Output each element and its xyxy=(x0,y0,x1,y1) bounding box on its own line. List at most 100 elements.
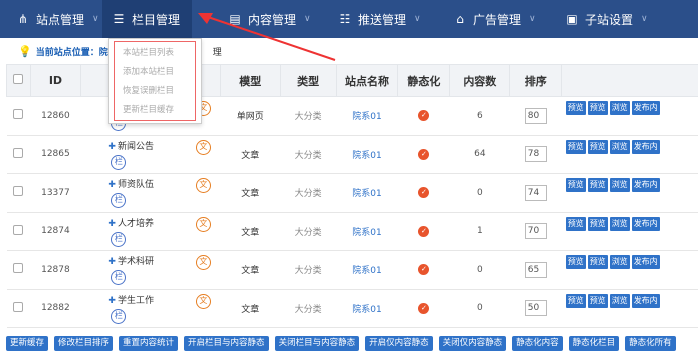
row-action-button[interactable]: 浏览 xyxy=(609,139,630,154)
row-action-button[interactable]: 预览 xyxy=(587,139,608,154)
row-action-button[interactable]: 发布内 xyxy=(631,178,660,192)
row-checkbox[interactable] xyxy=(13,224,24,235)
bottom-button[interactable]: 静态化栏目 xyxy=(568,336,620,351)
row-site[interactable]: 院系01 xyxy=(336,289,398,328)
bottom-button[interactable]: 静态化内容 xyxy=(512,336,563,351)
bottom-button[interactable]: 开启栏目与内容静态 xyxy=(184,336,269,351)
bottom-button[interactable]: 重置内容统计 xyxy=(119,336,179,351)
header-type: 类型 xyxy=(279,64,337,97)
row-select[interactable] xyxy=(6,96,31,136)
row-action-button[interactable]: 预览 xyxy=(587,293,608,308)
row-checkbox[interactable] xyxy=(13,186,24,197)
row-select[interactable] xyxy=(6,212,31,251)
row-action-button[interactable]: 预览 xyxy=(587,178,608,192)
edit-content-icon[interactable]: 文 xyxy=(195,216,211,232)
menu-item-category-list[interactable]: 本站栏目列表 xyxy=(115,44,195,63)
view-category-icon[interactable]: 栏 xyxy=(111,193,127,209)
expand-icon[interactable]: ✚ xyxy=(108,257,116,267)
nav-item-4[interactable]: ⌂ 广告管理 ∨ xyxy=(453,0,535,38)
select-all-header[interactable] xyxy=(6,64,31,97)
nav-item-3[interactable]: ☷ 推送管理 ∨ xyxy=(338,0,421,38)
row-name[interactable]: 人才培养 xyxy=(118,216,190,229)
row-action-button[interactable]: 浏览 xyxy=(609,178,630,192)
bottom-button[interactable]: 开启仅内容静态 xyxy=(365,336,433,351)
row-action-button[interactable]: 浏览 xyxy=(609,101,630,115)
order-input[interactable] xyxy=(524,146,547,163)
select-all-checkbox[interactable] xyxy=(13,74,24,84)
row-action-button[interactable]: 浏览 xyxy=(609,216,630,231)
row-order-cell xyxy=(509,135,562,174)
order-input[interactable] xyxy=(524,261,547,278)
row-action-button[interactable]: 预览 xyxy=(565,139,586,154)
category-dropdown-menu: 本站栏目列表 添加本站栏目 恢复误删栏目 更新栏目缓存 xyxy=(108,38,202,124)
row-action-button[interactable]: 预览 xyxy=(587,216,608,231)
view-category-icon[interactable]: 栏 xyxy=(111,270,127,286)
row-action-button[interactable]: 预览 xyxy=(565,255,586,269)
nav-item-0[interactable]: ⋔ 站点管理 ∨ xyxy=(16,0,99,38)
nav-item-1[interactable]: ☰ 栏目管理 xyxy=(102,0,193,38)
row-action-button[interactable]: 预览 xyxy=(565,101,586,115)
row-select[interactable] xyxy=(6,173,31,213)
row-action-button[interactable]: 预览 xyxy=(565,293,586,308)
menu-item-update-cache[interactable]: 更新栏目缓存 xyxy=(115,101,195,120)
bottom-button[interactable]: 更新缓存 xyxy=(6,336,49,351)
row-select[interactable] xyxy=(6,250,31,290)
order-input[interactable] xyxy=(524,107,547,124)
edit-content-icon[interactable]: 文 xyxy=(195,293,211,309)
row-action-button[interactable]: 预览 xyxy=(587,101,608,115)
row-action-button[interactable]: 发布内 xyxy=(631,216,660,231)
order-input[interactable] xyxy=(524,223,547,240)
edit-content-icon[interactable]: 文 xyxy=(195,139,211,155)
row-site[interactable]: 院系01 xyxy=(336,135,398,174)
row-site[interactable]: 院系01 xyxy=(336,212,398,251)
nav-item-5[interactable]: ▣ 子站设置 ∨ xyxy=(565,0,647,38)
row-select[interactable] xyxy=(6,289,31,328)
row-action-button[interactable]: 浏览 xyxy=(609,255,630,269)
monitor-icon: ▣ xyxy=(566,12,578,26)
bottom-button[interactable]: 静态化所有 xyxy=(625,336,676,351)
order-input[interactable] xyxy=(524,300,547,317)
row-name[interactable]: 学术科研 xyxy=(118,254,190,267)
bottom-button[interactable]: 修改栏目排序 xyxy=(54,336,114,351)
row-action-button[interactable]: 发布内 xyxy=(631,139,660,154)
bottom-button[interactable]: 关闭栏目与内容静态 xyxy=(274,336,360,351)
row-name[interactable]: 新闻公告 xyxy=(118,139,190,152)
nav-label: 内容管理 xyxy=(248,12,297,27)
row-type: 大分类 xyxy=(280,173,337,213)
list-icon: ☰ xyxy=(113,12,125,26)
edit-content-icon[interactable]: 文 xyxy=(195,178,211,194)
menu-item-add-category[interactable]: 添加本站栏目 xyxy=(115,63,195,82)
row-action-button[interactable]: 浏览 xyxy=(609,293,630,308)
row-select[interactable] xyxy=(6,135,31,174)
expand-icon[interactable]: ✚ xyxy=(108,180,116,190)
row-action-button[interactable]: 预览 xyxy=(587,255,608,269)
row-checkbox[interactable] xyxy=(13,263,24,274)
row-action-button[interactable]: 发布内 xyxy=(631,101,660,115)
expand-icon[interactable]: ✚ xyxy=(108,142,116,152)
nav-item-2[interactable]: ▤ 内容管理 ∨ xyxy=(228,0,310,38)
row-name[interactable]: 师资队伍 xyxy=(118,177,190,190)
row-action-button[interactable]: 预览 xyxy=(565,216,586,231)
row-site[interactable]: 院系01 xyxy=(336,96,398,136)
row-name[interactable]: 学生工作 xyxy=(118,293,190,306)
menu-item-restore-deleted[interactable]: 恢复误删栏目 xyxy=(115,82,195,101)
expand-icon[interactable]: ✚ xyxy=(108,296,116,306)
table-row: 12874 ✚人才培养 文栏 文章 大分类 院系01 ✓ 1 预览预览浏览发布内 xyxy=(6,212,698,251)
row-site[interactable]: 院系01 xyxy=(336,173,398,213)
row-type: 大分类 xyxy=(280,212,337,251)
check-icon: ✓ xyxy=(418,264,430,276)
expand-icon[interactable]: ✚ xyxy=(108,219,116,229)
row-checkbox[interactable] xyxy=(13,109,24,120)
view-category-icon[interactable]: 栏 xyxy=(111,308,127,324)
view-category-icon[interactable]: 栏 xyxy=(111,231,127,247)
row-site[interactable]: 院系01 xyxy=(336,250,398,290)
bottom-button[interactable]: 关闭仅内容静态 xyxy=(438,336,507,351)
row-action-button[interactable]: 预览 xyxy=(565,178,586,192)
row-checkbox[interactable] xyxy=(13,301,24,312)
view-category-icon[interactable]: 栏 xyxy=(111,154,127,170)
order-input[interactable] xyxy=(524,184,547,201)
row-action-button[interactable]: 发布内 xyxy=(631,255,660,269)
row-checkbox[interactable] xyxy=(13,147,24,158)
edit-content-icon[interactable]: 文 xyxy=(195,255,211,271)
row-action-button[interactable]: 发布内 xyxy=(631,293,660,308)
